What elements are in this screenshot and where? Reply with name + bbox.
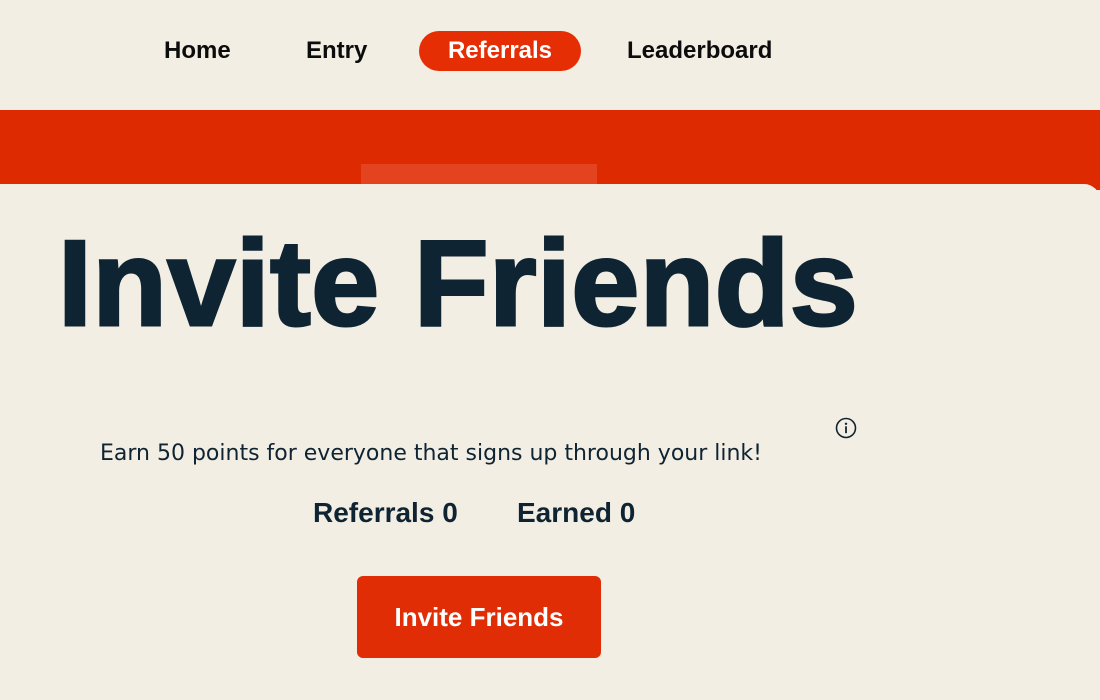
nav-leaderboard-link[interactable]: Leaderboard	[627, 31, 772, 71]
header-band-accent	[361, 164, 597, 186]
referrals-stat-value: 0	[442, 497, 458, 528]
referrals-stat-label: Referrals	[313, 497, 435, 528]
info-circle-icon[interactable]	[835, 417, 857, 439]
nav-referrals-tab-active[interactable]: Referrals	[419, 31, 581, 71]
nav-entry-link[interactable]: Entry	[306, 31, 367, 71]
earned-stat-value: 0	[619, 497, 636, 528]
top-navigation: Home Entry Referrals Leaderboard	[0, 0, 1100, 100]
nav-home-link[interactable]: Home	[164, 31, 231, 71]
referral-description: Earn 50 points for everyone that signs u…	[100, 441, 762, 466]
referrals-stat: Referrals 0	[313, 494, 458, 532]
earned-stat: Earned 0	[517, 494, 635, 532]
page-title: Invite Friends	[56, 214, 859, 353]
earned-stat-label: Earned	[517, 497, 612, 528]
info-circle-icon-graphic	[835, 417, 857, 439]
invite-friends-button[interactable]: Invite Friends	[357, 576, 601, 658]
